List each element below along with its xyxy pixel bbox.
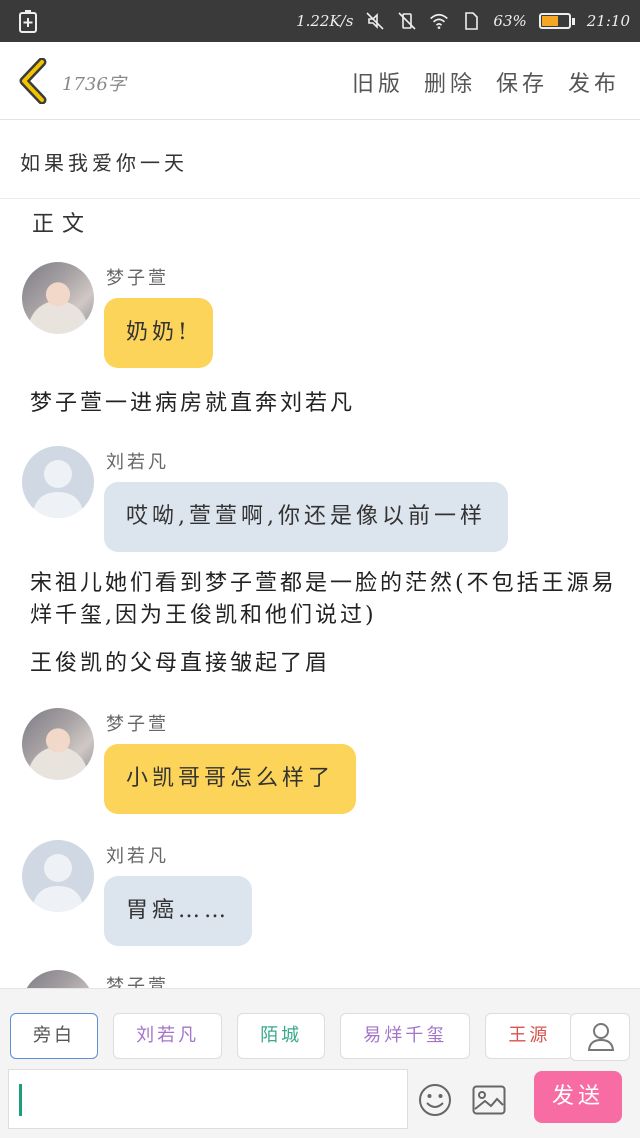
role-selector: 旁白 刘若凡 陌城 易烊千玺 王源 王 <box>10 1013 570 1061</box>
vibrate-off-icon <box>398 12 416 30</box>
battery-icon <box>538 13 575 29</box>
message-bubble[interactable]: 小凯哥哥怎么样了 <box>104 744 357 814</box>
role-chip[interactable]: 王源 <box>485 1013 570 1059</box>
avatar-mengzixuan <box>22 262 94 334</box>
composer-panel: 旁白 刘若凡 陌城 易烊千玺 王源 王 发送 <box>0 988 640 1138</box>
story-title-row[interactable]: 如果我爱你一天 <box>0 121 640 199</box>
chat-message[interactable]: 刘若凡 哎呦,萱萱啊,你还是像以前一样 <box>22 446 622 556</box>
old-version-button[interactable]: 旧版 <box>352 66 404 98</box>
back-arrow-icon[interactable] <box>16 58 50 104</box>
emoji-icon[interactable] <box>418 1083 452 1117</box>
default-avatar-icon <box>22 840 94 912</box>
speaker-name: 梦子萱 <box>106 976 169 988</box>
role-chip[interactable]: 刘若凡 <box>113 1013 223 1059</box>
net-speed: 1.22K/s <box>296 12 354 30</box>
narration-text[interactable]: 宋祖儿她们看到梦子萱都是一脸的茫然(不包括王源易烊千玺,因为王俊凯和他们说过) <box>30 568 620 632</box>
chat-message[interactable]: 梦子萱 小凯哥哥怎么样了 <box>22 708 622 818</box>
story-title[interactable]: 如果我爱你一天 <box>20 147 188 176</box>
status-bar: 1.22K/s 63% 21:10 <box>0 0 640 42</box>
narration-text[interactable]: 王俊凯的父母直接皱起了眉 <box>30 648 620 680</box>
default-avatar-icon <box>22 446 94 518</box>
role-chip[interactable]: 旁白 <box>10 1013 98 1059</box>
header-actions: 旧版 删除 保存 发布 <box>352 66 620 98</box>
text-caret <box>19 1084 22 1116</box>
publish-button[interactable]: 发布 <box>568 66 620 98</box>
chat-message[interactable]: 梦子萱 奶奶! <box>22 262 622 372</box>
add-role-button[interactable] <box>570 1013 630 1061</box>
delete-button[interactable]: 删除 <box>424 66 476 98</box>
message-bubble[interactable]: 胃癌…… <box>104 876 253 946</box>
narration-text[interactable]: 梦子萱一进病房就直奔刘若凡 <box>30 388 620 420</box>
role-chip[interactable]: 陌城 <box>237 1013 326 1059</box>
save-button[interactable]: 保存 <box>496 66 548 98</box>
user-icon <box>587 1023 615 1051</box>
message-bubble[interactable]: 奶奶! <box>104 298 213 368</box>
editor-header: 1736字 旧版 删除 保存 发布 <box>0 42 640 120</box>
image-icon[interactable] <box>472 1085 506 1115</box>
send-button[interactable]: 发送 <box>534 1071 622 1123</box>
role-chip[interactable]: 易烊千玺 <box>340 1013 471 1059</box>
mute-icon <box>366 12 384 30</box>
battery-percent: 63% <box>493 12 527 30</box>
clock: 21:10 <box>586 12 630 30</box>
speaker-name: 梦子萱 <box>106 268 169 289</box>
speaker-name: 刘若凡 <box>106 452 169 473</box>
avatar-mengzixuan <box>22 970 94 988</box>
story-content[interactable]: 正文 梦子萱 奶奶! 梦子萱一进病房就直奔刘若凡 刘若凡 哎呦,萱萱啊,你还是像… <box>0 200 640 988</box>
message-input[interactable] <box>8 1069 408 1129</box>
sim-icon <box>465 12 479 30</box>
word-count: 1736字 <box>62 74 126 95</box>
speaker-name: 梦子萱 <box>106 714 169 735</box>
chat-message[interactable]: 梦子萱 <box>22 970 622 988</box>
section-label: 正文 <box>32 212 93 237</box>
message-bubble[interactable]: 哎呦,萱萱啊,你还是像以前一样 <box>104 482 508 552</box>
avatar-mengzixuan <box>22 708 94 780</box>
sim-add-icon <box>19 10 37 33</box>
wifi-icon <box>430 13 449 29</box>
speaker-name: 刘若凡 <box>106 846 169 867</box>
chat-message[interactable]: 刘若凡 胃癌…… <box>22 840 622 950</box>
